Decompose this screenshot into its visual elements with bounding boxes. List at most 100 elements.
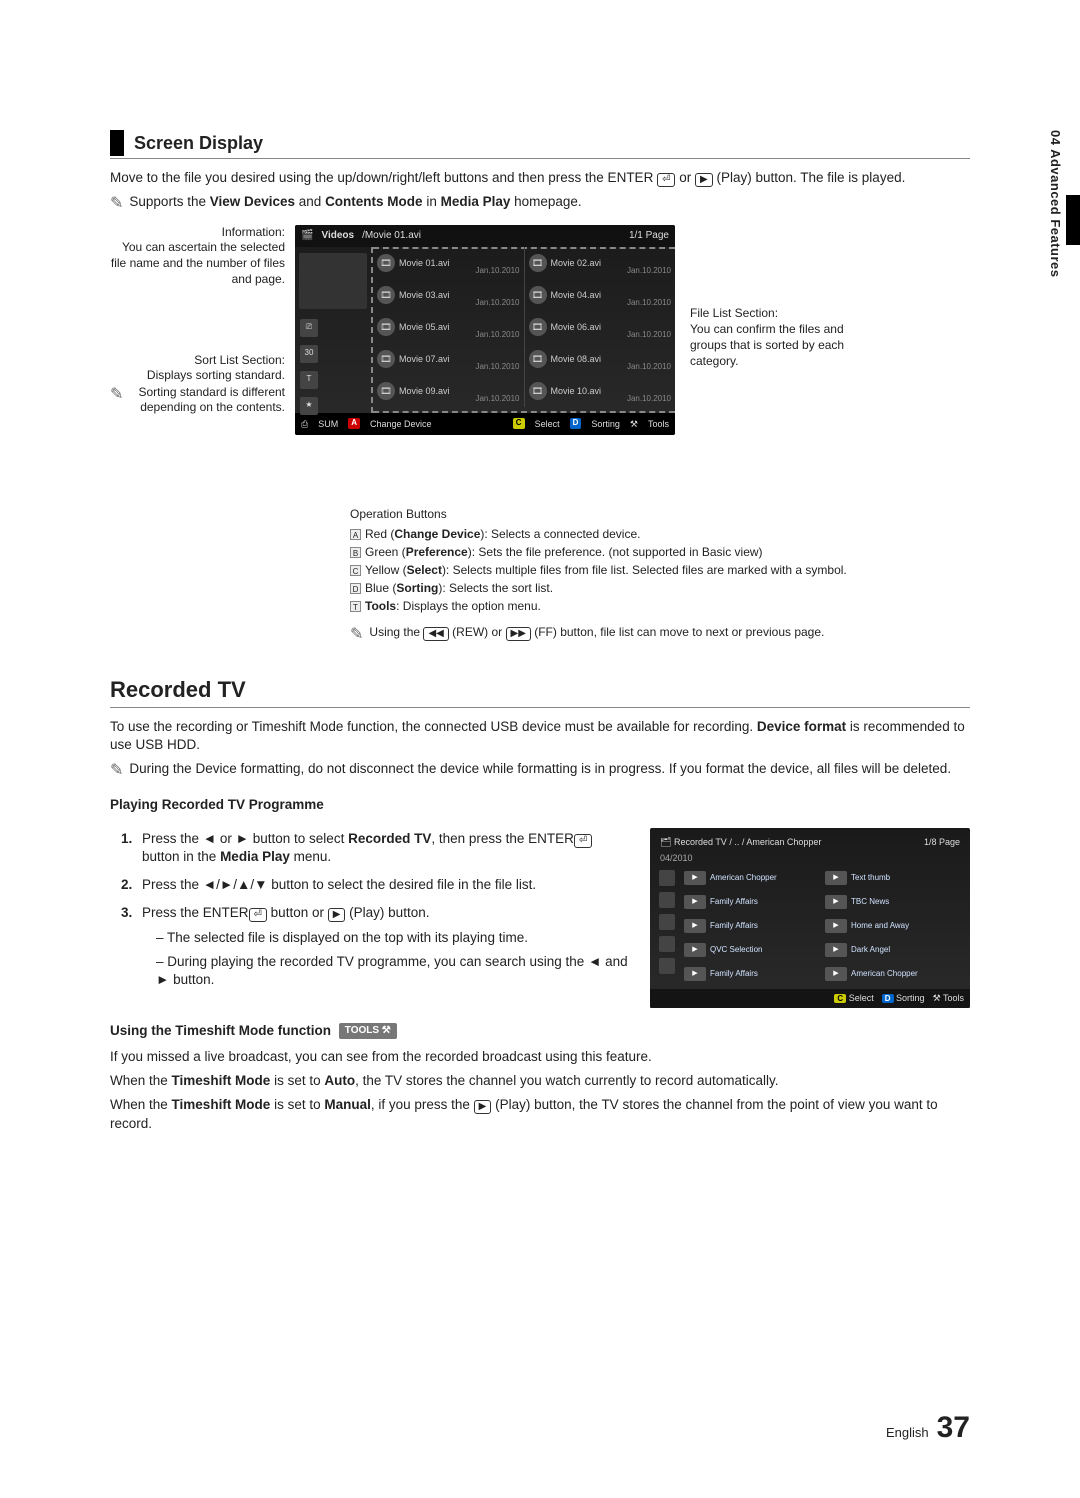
button-d: D — [882, 994, 894, 1003]
tools-icon: ⚒ — [933, 993, 941, 1003]
op-row: DBlue (Sorting): Selects the sort list. — [350, 579, 970, 597]
rec-thumb-icon: ▶ — [825, 919, 847, 933]
rec-title: Family Affairs — [710, 969, 758, 980]
op-row: CYellow (Select): Selects multiple files… — [350, 561, 970, 579]
rec-cell: ▶TBC News — [823, 890, 964, 914]
rec-thumb-icon: ▶ — [825, 895, 847, 909]
step-3-sub-2: During playing the recorded TV programme… — [156, 953, 630, 989]
rec-cell: ▶ American Chopper — [682, 866, 823, 890]
op-note: ✎ Using the ◀◀ (REW) or ▶▶ (FF) button, … — [350, 623, 970, 647]
button-d: D — [570, 418, 582, 429]
file-date: Jan.10.2010 — [475, 330, 519, 341]
file-cell: 🎞 Movie 04.avi Jan.10.2010 — [525, 279, 676, 311]
operation-buttons: Operation Buttons ARed (Change Device): … — [350, 505, 970, 647]
color-key-T: T — [350, 601, 361, 612]
file-thumb-icon: 🎞 — [529, 254, 547, 272]
play-icon: ▶ — [328, 908, 346, 922]
button-a: A — [348, 418, 360, 429]
videos-icon: 🎬 — [301, 229, 313, 243]
file-name: Movie 03.avi — [399, 289, 450, 301]
op-row: TTools: Displays the option menu. — [350, 597, 970, 615]
file-thumb-icon: 🎞 — [529, 318, 547, 336]
rec-cell: ▶ Text thumb — [823, 866, 964, 890]
section-header-recorded-tv: Recorded TV — [110, 675, 970, 708]
annotation-sort-list: Sort List Section: Displays sorting stan… — [110, 353, 285, 384]
rec-title: Family Affairs — [710, 897, 758, 908]
rec-title: Dark Angel — [851, 945, 890, 956]
button-c: C — [513, 418, 525, 429]
rec-title: Home and Away — [851, 921, 909, 932]
rec-page: 1/8 Page — [924, 836, 960, 848]
file-thumb-icon: 🎞 — [377, 382, 395, 400]
file-date: Jan.10.2010 — [627, 394, 671, 405]
file-name: Movie 01.avi — [399, 257, 450, 269]
play-icon: ▶ — [474, 1100, 492, 1114]
rec-note: ✎ During the Device formatting, do not d… — [110, 760, 970, 782]
sort-icon: 30 — [300, 345, 318, 363]
media-play-mock: 🎬 Videos /Movie 01.avi 1/1 Page ⎚ 30 T ★ — [295, 225, 675, 435]
file-date: Jan.10.2010 — [627, 266, 671, 277]
enter-icon: ⏎ — [574, 834, 592, 848]
rec-cell: ▶ Family Affairs — [682, 962, 823, 986]
timeshift-header: Using the Timeshift Mode function TOOLS … — [110, 1022, 970, 1040]
annotation-information: Information: You can ascertain the selec… — [110, 225, 285, 287]
page-number: 37 — [937, 1408, 970, 1449]
step-3-sub-1: The selected file is displayed on the to… — [156, 929, 630, 947]
rec-title: Text thumb — [851, 873, 890, 884]
rec-cell: ▶Family Affairs — [682, 914, 823, 938]
rec-date: 04/2010 — [656, 850, 964, 866]
file-date: Jan.10.2010 — [627, 298, 671, 309]
note-text: Supports the View Devices and Contents M… — [129, 193, 581, 215]
color-key-B: B — [350, 547, 361, 558]
file-cell: 🎞Movie 07.aviJan.10.2010 — [373, 343, 525, 375]
file-date: Jan.10.2010 — [627, 362, 671, 373]
file-cell: 🎞Movie 08.aviJan.10.2010 — [525, 343, 676, 375]
color-key-A: A — [350, 529, 361, 540]
file-name: Movie 02.avi — [551, 257, 602, 269]
file-date: Jan.10.2010 — [475, 266, 519, 277]
note-supports: ✎ Supports the View Devices and Contents… — [110, 193, 970, 215]
rec-thumb-icon: ▶ — [825, 871, 847, 885]
mock-titlebar: 🎬 Videos /Movie 01.avi 1/1 Page — [295, 225, 675, 247]
mock-page: 1/1 Page — [629, 229, 669, 243]
mock-bottom-bar: ⎙ SUM AChange Device CSelect DSorting ⚒T… — [295, 413, 675, 435]
ts-line-3: When the Timeshift Mode is set to Manual… — [110, 1096, 970, 1132]
section-header-screen-display: Screen Display — [110, 130, 970, 159]
file-cell: 🎞 Movie 02.avi Jan.10.2010 — [525, 247, 676, 279]
rec-thumb-icon: ▶ — [684, 943, 706, 957]
intro-text-1: Move to the file you desired using the u… — [110, 170, 653, 185]
file-cell: 🎞Movie 03.aviJan.10.2010 — [373, 279, 525, 311]
rec-cell: ▶American Chopper — [823, 962, 964, 986]
recorded-icon: 🗂 — [660, 837, 671, 847]
file-thumb-icon: 🎞 — [529, 286, 547, 304]
intro-text-2: or — [679, 170, 695, 185]
rec-intro: To use the recording or Timeshift Mode f… — [110, 718, 970, 754]
rec-thumb-icon: ▶ — [825, 943, 847, 957]
sort-icon: ★ — [300, 397, 318, 415]
rec-bottom-bar: C Select D Sorting ⚒ Tools — [650, 989, 970, 1008]
rec-title: American Chopper — [710, 873, 777, 884]
rec-side-icons — [656, 866, 678, 986]
rec-thumb-icon: ▶ — [684, 967, 706, 981]
rec-thumb-icon: ▶ — [825, 967, 847, 981]
file-date: Jan.10.2010 — [475, 298, 519, 309]
rec-thumb-icon: ▶ — [684, 871, 706, 885]
step-1: Press the ◄ or ► button to select Record… — [136, 830, 630, 866]
step-3: Press the ENTER⏎ button or ▶ (Play) butt… — [136, 904, 630, 989]
file-cell: 🎞Movie 10.aviJan.10.2010 — [525, 375, 676, 407]
ts-line-1: If you missed a live broadcast, you can … — [110, 1048, 970, 1066]
file-thumb-icon: 🎞 — [377, 254, 395, 272]
color-key-C: C — [350, 565, 361, 576]
step-2: Press the ◄/►/▲/▼ button to select the d… — [136, 876, 630, 894]
mock-preview — [299, 253, 367, 309]
rec-cell: ▶QVC Selection — [682, 938, 823, 962]
screen-diagram: Information: You can ascertain the selec… — [110, 225, 970, 485]
enter-icon: ⏎ — [249, 908, 267, 922]
file-name: Movie 04.avi — [551, 289, 602, 301]
sort-icon: ⎚ — [300, 319, 318, 337]
page-footer: English 37 — [886, 1408, 970, 1449]
rec-cell: ▶ Dark Angel — [823, 938, 964, 962]
rec-cell: ▶ Home and Away — [823, 914, 964, 938]
section-title: Screen Display — [134, 131, 263, 155]
rew-icon: ◀◀ — [423, 627, 448, 641]
